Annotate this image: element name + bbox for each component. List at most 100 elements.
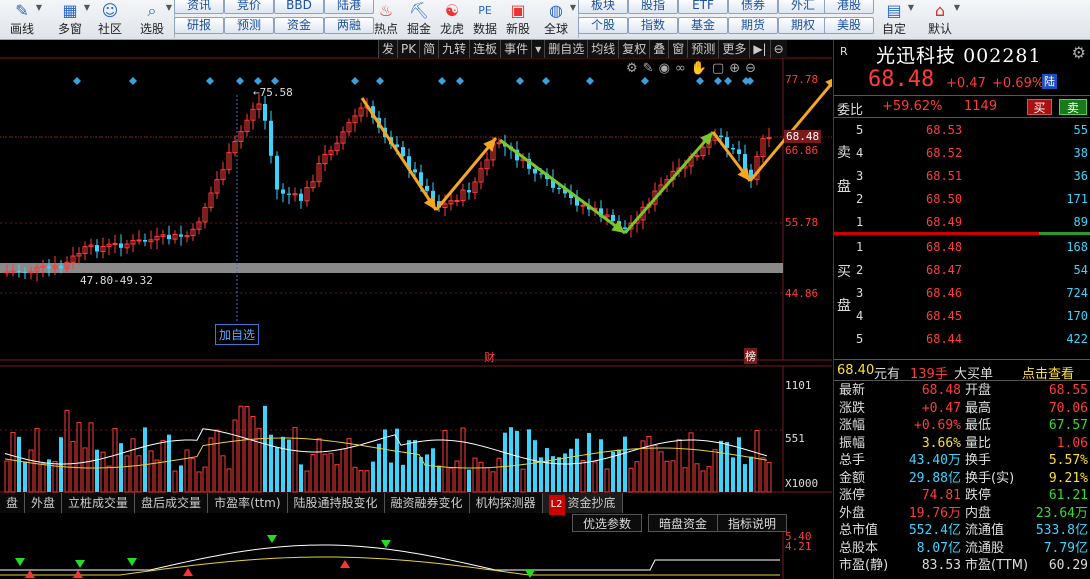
zoom-out-icon[interactable]: ⊖ [745, 61, 761, 76]
forecast-button[interactable]: 预测 [224, 17, 274, 34]
global-button[interactable]: ◍ 全球 ▼ [536, 0, 576, 40]
volume-bar [371, 461, 375, 492]
event-button[interactable]: 事件 [500, 40, 532, 58]
link-icon[interactable]: ∞ [675, 61, 691, 76]
multi-window-button[interactable]: ▦ 多窗 ▼ [50, 0, 90, 40]
predict-button[interactable]: 预测 [687, 40, 719, 58]
signal-diamond [456, 77, 464, 85]
buy-button[interactable]: 买 [1027, 99, 1052, 115]
more-button[interactable]: 更多 [718, 40, 750, 58]
community-button[interactable]: ☺ 社区 [90, 0, 130, 40]
custom-button[interactable]: ▤ 自定 ▼ [874, 0, 914, 40]
overlay-button[interactable]: 叠 [649, 40, 669, 58]
bid-row[interactable]: 2 68.47 54 [856, 260, 1088, 282]
volume-bar [214, 429, 220, 493]
tab-pile-volume[interactable]: 立桩成交量 [62, 493, 136, 513]
pk-button[interactable]: PK [397, 40, 420, 58]
stat-label: 金额 [839, 470, 866, 486]
limit-board-button[interactable]: 连板 [469, 40, 501, 58]
adjust-button[interactable]: 复权 [618, 40, 650, 58]
new-stock-button[interactable]: ▣ 新股 [498, 0, 538, 40]
add-watchlist-button[interactable]: 加自选 [215, 324, 260, 345]
nine-turn-button[interactable]: 九转 [438, 40, 470, 58]
ask-row[interactable]: 5 68.53 55 [856, 120, 1088, 142]
bid-row[interactable]: 1 68.48 168 [856, 237, 1088, 259]
funds-button[interactable]: 资金 [274, 17, 324, 34]
stat-row: 涨停 74.81 跌停 61.21 [834, 487, 1090, 505]
ranking-marker[interactable]: 榜 [744, 348, 757, 364]
chevron-down-icon: ▼ [907, 3, 914, 12]
post-button[interactable]: 发 [378, 40, 398, 58]
lock-icon[interactable]: ▢ [712, 61, 729, 76]
tab-indicator-help[interactable]: 指标说明 [717, 514, 788, 532]
candle-body [281, 189, 285, 194]
news-button[interactable]: 资讯 [174, 0, 224, 14]
play-icon[interactable]: ▶| [749, 40, 770, 58]
volume-bar [256, 427, 262, 493]
sell-signal-arrow [127, 558, 137, 566]
stat-value: +0.69% [914, 418, 961, 433]
stat-value: 61.21 [1048, 488, 1088, 503]
volume-bar [580, 460, 586, 493]
index-button[interactable]: 指数 [628, 17, 678, 34]
kline-chart-area[interactable]: ←75.58 47.80-49.32 发 PK 简 九转 连板 事件 ▾ 删自选… [0, 40, 832, 579]
stat-value: 533.8亿 [1035, 523, 1088, 538]
candle-body [731, 147, 735, 150]
tab-pan[interactable]: 盘 [0, 493, 26, 513]
tab-dark-funds[interactable]: 暗盘资金 [648, 514, 719, 532]
bond-button[interactable]: 债券 [728, 0, 778, 14]
futures-button[interactable]: 期货 [728, 17, 778, 34]
bbd-button[interactable]: BBD [274, 0, 324, 14]
moving-average-button[interactable]: 均线 [587, 40, 619, 58]
simple-button[interactable]: 简 [419, 40, 439, 58]
individual-stock-button[interactable]: 个股 [578, 17, 628, 34]
forex-button[interactable]: 外汇 [778, 0, 828, 14]
zoom-in-icon[interactable]: ⊕ [729, 61, 745, 76]
ask-row[interactable]: 3 68.51 36 [856, 166, 1088, 188]
close-icon[interactable]: ⊖ [769, 40, 787, 58]
bid-row[interactable]: 4 68.45 170 [856, 306, 1088, 328]
hand-icon[interactable]: ✋ [691, 61, 712, 76]
sell-button[interactable]: 卖 [1059, 99, 1087, 115]
tab-pe-ttm[interactable]: 市盈率(ttm) [208, 493, 288, 513]
view-link[interactable]: 点击查看 [1022, 363, 1074, 382]
index-futures-button[interactable]: 股指 [628, 0, 678, 14]
default-button[interactable]: ⌂ 默认 ▼ [920, 0, 960, 40]
tab-margin-change[interactable]: 融资融券变化 [385, 493, 470, 513]
candle-body [167, 234, 171, 240]
draw-icon[interactable]: ✎ [643, 61, 659, 76]
bid-row[interactable]: 3 68.46 724 [856, 283, 1088, 305]
research-button[interactable]: 研报 [174, 17, 224, 34]
gear-icon[interactable]: ⚙ [1072, 43, 1086, 62]
tab-institution-detector[interactable]: 机构探测器 [470, 493, 543, 513]
range-annotation: 47.80-49.32 [80, 274, 153, 287]
options-button[interactable]: 期权 [778, 17, 828, 34]
tab-after-hours-volume[interactable]: 盘后成交量 [135, 493, 209, 513]
hk-stock-button[interactable]: 港股 [824, 0, 874, 14]
eye-icon[interactable]: ◉ [659, 61, 675, 76]
etf-button[interactable]: ETF [678, 0, 728, 14]
tab-northbound-holding[interactable]: 陆股通持股变化 [288, 493, 385, 513]
earnings-marker[interactable]: 财 [484, 349, 495, 365]
tab-preferred-params[interactable]: 优选参数 [572, 514, 643, 532]
ask-row[interactable]: 1 68.49 89 [856, 212, 1088, 234]
us-stock-button[interactable]: 美股 [824, 17, 874, 34]
candle-body [28, 271, 34, 274]
sector-button[interactable]: 板块 [578, 0, 628, 14]
tab-outer-volume[interactable]: 外盘 [25, 493, 63, 513]
chevron-down-icon[interactable]: ▾ [531, 40, 545, 58]
ask-row[interactable]: 4 68.52 38 [856, 143, 1088, 165]
candle-body [4, 271, 10, 274]
big-order-row[interactable]: 68.40 元有 139手 大买单 点击查看 [834, 359, 1090, 382]
draw-line-button[interactable]: ✎ 画线 ▼ [2, 0, 42, 40]
bid-row[interactable]: 5 68.44 422 [856, 329, 1088, 351]
tab-bottom-fishing[interactable]: L2 资金抄底 [542, 493, 623, 515]
window-button[interactable]: 窗 [668, 40, 688, 58]
settings-icon[interactable]: ⚙ [626, 61, 643, 76]
ask-row[interactable]: 2 68.50 171 [856, 189, 1088, 211]
volume-bar [419, 456, 423, 492]
fund-button[interactable]: 基金 [678, 17, 728, 34]
auction-button[interactable]: 竞价 [224, 0, 274, 14]
stock-picker-button[interactable]: ⌕ 选股 ▼ [132, 0, 172, 40]
remove-watchlist-button[interactable]: 删自选 [544, 40, 588, 58]
